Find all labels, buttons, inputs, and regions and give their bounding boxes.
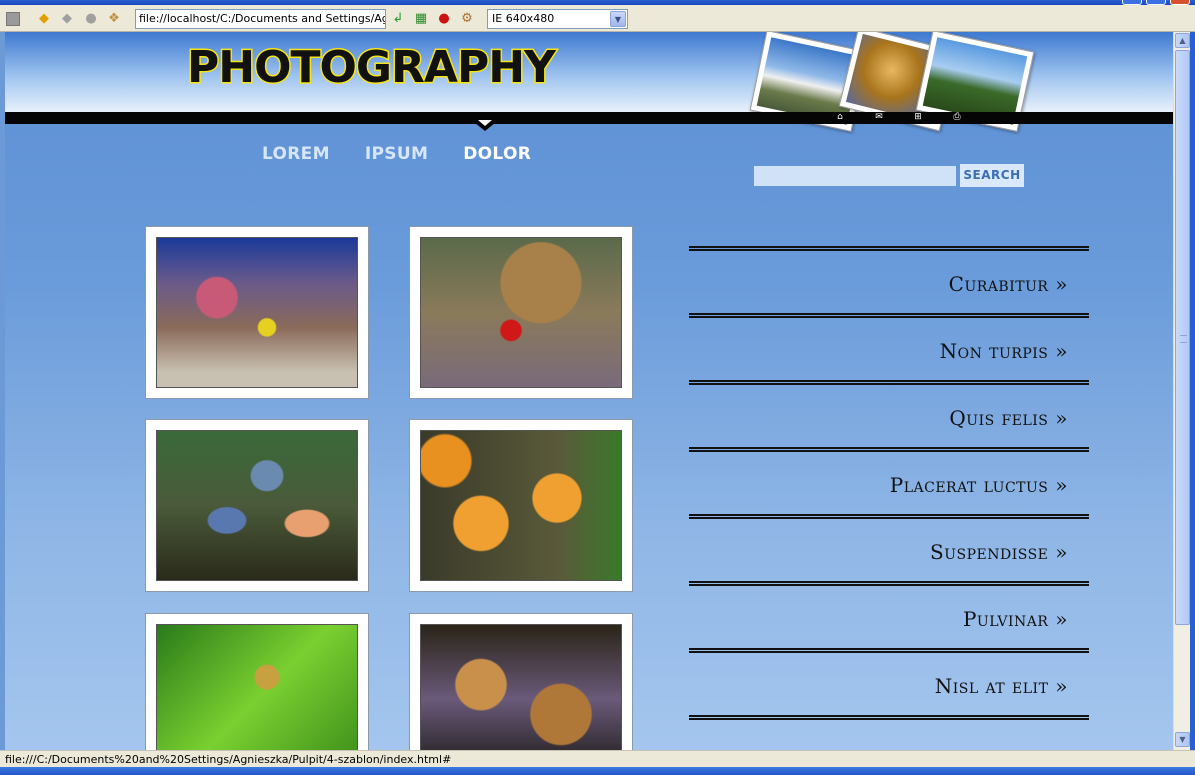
side-link-curabitur[interactable]: Curabitur » xyxy=(689,251,1089,313)
page-viewport: PHOTOGRAPHY ⌂ ✉ ⊞ ⎙ LOREM IPSUM DOLOR SE… xyxy=(5,32,1173,750)
page-icon[interactable] xyxy=(6,12,20,26)
vertical-scrollbar[interactable]: ▲ ▼ xyxy=(1173,32,1190,750)
browser-toolbar: ◆ ◆ ● ❖ file://localhost/C:/Documents an… xyxy=(0,5,1195,32)
scrollbar-thumb[interactable] xyxy=(1175,50,1190,625)
photo-coral-reef xyxy=(156,237,358,388)
side-link-pulvinar[interactable]: Pulvinar » xyxy=(689,586,1089,648)
photo-plants xyxy=(156,624,358,750)
photo-discus xyxy=(420,430,622,581)
go-icon[interactable]: ↲ xyxy=(390,11,406,27)
forward-icon[interactable]: ◆ xyxy=(59,11,75,27)
os-taskbar xyxy=(0,767,1195,775)
window-size-value: IE 640x480 xyxy=(492,12,555,25)
main-nav: LOREM IPSUM DOLOR xyxy=(262,144,561,164)
scroll-up-icon[interactable]: ▲ xyxy=(1175,33,1190,48)
gallery-thumb-coral-reef[interactable] xyxy=(145,226,369,399)
gallery-thumb-starfish[interactable] xyxy=(409,226,633,399)
top-bar xyxy=(5,112,1173,124)
gallery-thumb-cichlids[interactable] xyxy=(145,419,369,592)
settings-icon[interactable]: ⚙ xyxy=(459,11,475,27)
gallery-thumb-discus[interactable] xyxy=(409,419,633,592)
table-icon[interactable]: ▦ xyxy=(413,11,429,27)
mail-icon[interactable]: ✉ xyxy=(873,112,885,123)
side-link-suspendisse[interactable]: Suspendisse » xyxy=(689,519,1089,581)
photo-starfish xyxy=(420,237,622,388)
nav-item-lorem[interactable]: LOREM xyxy=(262,144,330,164)
window-size-select[interactable]: IE 640x480 ▼ xyxy=(487,9,628,29)
site-logo[interactable]: PHOTOGRAPHY xyxy=(186,41,558,95)
window-frame-right xyxy=(1190,32,1195,750)
side-link-quis-felis[interactable]: Quis felis » xyxy=(689,385,1089,447)
print-icon[interactable]: ⎙ xyxy=(951,112,963,123)
photo-cichlids xyxy=(156,430,358,581)
refresh-icon[interactable]: ❖ xyxy=(106,11,122,27)
photo-leaves xyxy=(420,624,622,750)
scrollbar-grip xyxy=(1180,335,1187,343)
side-link-nisl-at-elit[interactable]: Nisl at elit » xyxy=(689,653,1089,715)
back-icon[interactable]: ◆ xyxy=(36,11,52,27)
nav-pointer-highlight xyxy=(478,120,492,126)
nav-item-ipsum[interactable]: IPSUM xyxy=(365,144,428,164)
address-input[interactable]: file://localhost/C:/Documents and Settin… xyxy=(135,9,386,29)
side-links: Curabitur » Non turpis » Quis felis » Pl… xyxy=(689,246,1089,720)
search-input[interactable] xyxy=(754,166,956,186)
stop-icon[interactable]: ● xyxy=(83,11,99,27)
home-icon[interactable]: ⌂ xyxy=(834,112,846,123)
divider xyxy=(689,715,1089,720)
site-header: PHOTOGRAPHY xyxy=(5,32,1173,132)
chevron-down-icon[interactable]: ▼ xyxy=(610,11,626,27)
error-icon[interactable]: ● xyxy=(436,11,452,27)
search-button[interactable]: SEARCH xyxy=(960,164,1024,187)
side-link-non-turpis[interactable]: Non turpis » xyxy=(689,318,1089,380)
gallery-thumb-leaves[interactable] xyxy=(409,613,633,750)
gallery-thumb-plants[interactable] xyxy=(145,613,369,750)
scroll-down-icon[interactable]: ▼ xyxy=(1175,732,1190,747)
side-link-placerat-luctus[interactable]: Placerat luctus » xyxy=(689,452,1089,514)
nav-item-dolor[interactable]: DOLOR xyxy=(463,144,531,164)
sitemap-icon[interactable]: ⊞ xyxy=(912,112,924,123)
status-bar: file:///C:/Documents%20and%20Settings/Ag… xyxy=(0,750,1195,767)
